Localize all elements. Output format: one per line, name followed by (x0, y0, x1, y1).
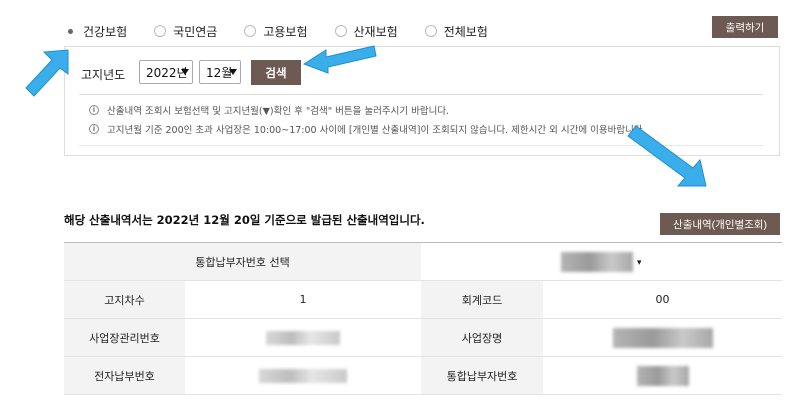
redacted-value (259, 368, 347, 383)
month-select[interactable]: 12월 (199, 60, 241, 84)
info-icon: i (89, 124, 99, 134)
radio-indicator (424, 25, 437, 37)
radio-employment-insurance[interactable]: 고용보험 (244, 23, 308, 40)
table-value: 00 (543, 280, 782, 319)
radio-health-insurance[interactable]: 건강보험 (64, 23, 127, 40)
year-label: 고지년도 (81, 68, 126, 82)
radio-label: 전체보험 (443, 24, 488, 39)
table-label: 전자납부번호 (64, 356, 185, 395)
radio-label: 산재보험 (353, 24, 398, 39)
annotation-arrow-icon (302, 45, 377, 74)
table-label: 고지차수 (64, 280, 185, 319)
redacted-value (612, 327, 713, 348)
table-value-redacted (185, 318, 421, 357)
table-row: 전자납부번호 통합납부자번호 (64, 356, 782, 395)
info-icon: i (89, 105, 99, 115)
radio-indicator (64, 25, 76, 37)
table-label: 사업장명 (421, 318, 543, 357)
radio-indicator (334, 25, 347, 37)
payer-select[interactable]: ▾ (421, 242, 782, 281)
annotation-arrow-icon (25, 49, 69, 97)
notice-item: i 산출내역 조회시 보험선택 및 고지년월(▼)확인 후 "검색" 버튼을 눌… (89, 103, 449, 117)
radio-label: 국민연금 (173, 24, 218, 39)
radio-indicator (154, 25, 167, 37)
statement-table: 통합납부자번호 선택 ▾ 고지차수 1 회계코드 00 사업장관리번호 사업장명… (64, 242, 782, 395)
annotation-arrow-icon (627, 125, 707, 187)
notice-text: 고지년월 기준 200인 초과 사업장은 10:00~17:00 사이에 [개인… (107, 125, 646, 136)
table-value-redacted (543, 318, 782, 357)
table-label: 사업장관리번호 (64, 318, 185, 357)
result-title: 해당 산출내역서는 2022년 12월 20일 기준으로 발급된 산출내역입니다… (64, 213, 425, 227)
chevron-down-icon: ▾ (636, 257, 642, 268)
search-button[interactable]: 검색 (251, 60, 301, 85)
radio-indicator (244, 25, 257, 37)
table-label: 회계코드 (421, 280, 543, 319)
table-row: 통합납부자번호 선택 ▾ (64, 242, 782, 281)
table-value: 1 (185, 280, 421, 319)
table-value-redacted (543, 356, 782, 395)
insurance-type-group: 건강보험 국민연금 고용보험 산재보험 전체보험 (64, 22, 515, 40)
table-value-redacted (185, 356, 421, 395)
payer-select-label: 통합납부자번호 선택 (64, 242, 421, 281)
table-row: 고지차수 1 회계코드 00 (64, 280, 782, 319)
divider (79, 94, 763, 95)
print-button[interactable]: 출력하기 (712, 16, 778, 38)
individual-detail-button[interactable]: 산출내역(개인별조회) (660, 213, 780, 235)
table-label: 통합납부자번호 (421, 356, 543, 395)
redacted-value (266, 330, 340, 345)
radio-national-pension[interactable]: 국민연금 (154, 23, 217, 40)
year-select[interactable]: 2022년 (139, 60, 193, 84)
notice-text: 산출내역 조회시 보험선택 및 고지년월(▼)확인 후 "검색" 버튼을 눌러주… (107, 106, 450, 117)
radio-label: 고용보험 (263, 24, 308, 39)
radio-label: 건강보험 (83, 24, 128, 39)
chevron-down-icon (181, 69, 189, 75)
radio-industrial-accident-insurance[interactable]: 산재보험 (334, 23, 398, 40)
table-row: 사업장관리번호 사업장명 (64, 318, 782, 357)
notice-item: i 고지년월 기준 200인 초과 사업장은 10:00~17:00 사이에 [… (89, 122, 646, 136)
radio-all-insurance[interactable]: 전체보험 (424, 23, 488, 40)
redacted-value (561, 251, 634, 272)
chevron-down-icon (229, 69, 237, 75)
redacted-value (636, 365, 689, 386)
